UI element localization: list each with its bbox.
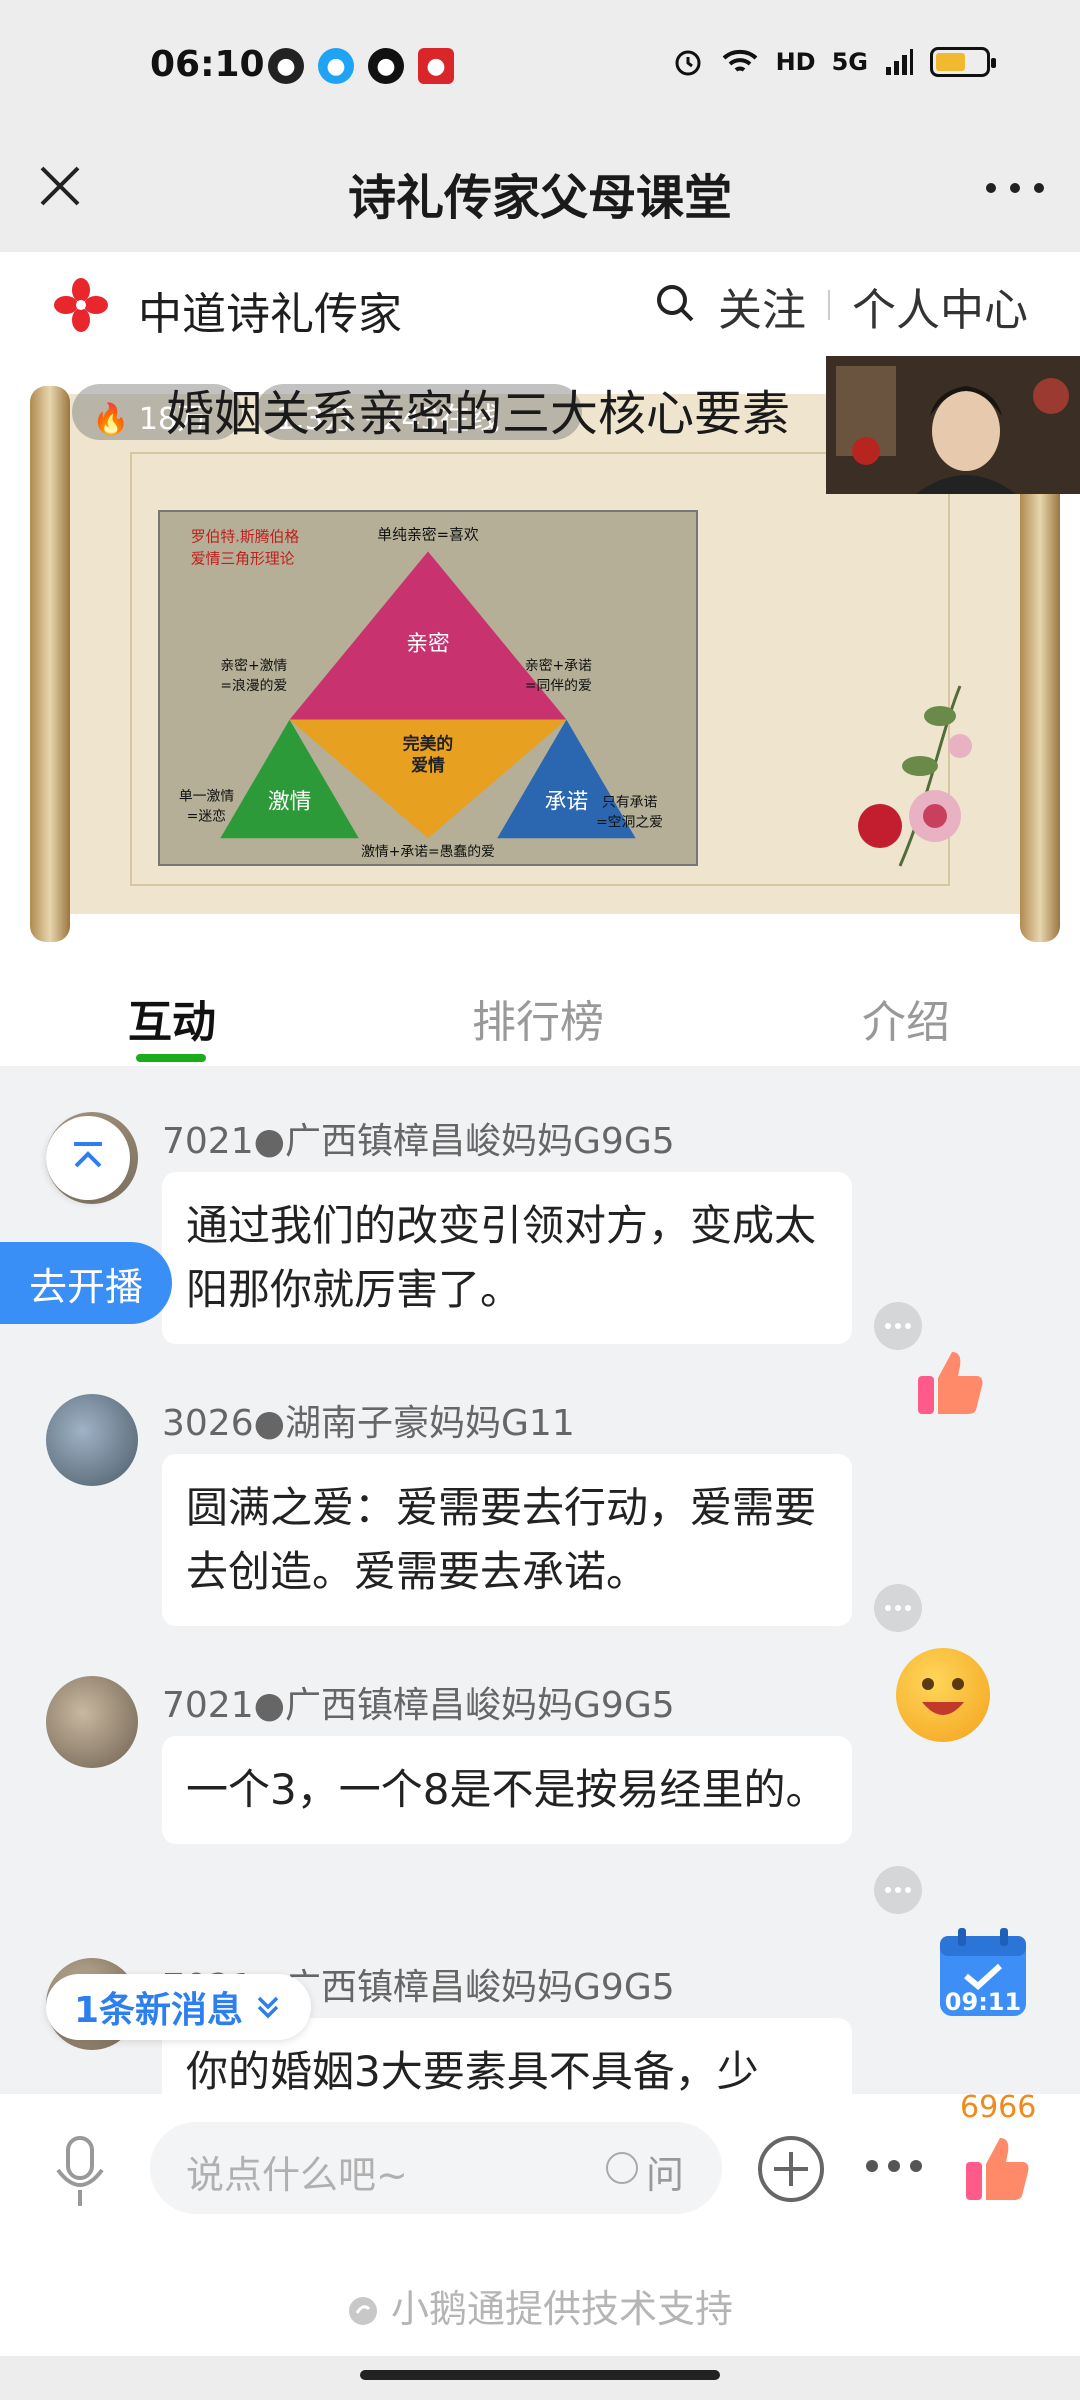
brand-bar: 中道诗礼传家 关注 个人中心 xyxy=(0,252,1080,356)
avatar[interactable] xyxy=(46,1394,138,1486)
message-more-button[interactable] xyxy=(874,1866,922,1914)
brand-logo-icon xyxy=(54,278,108,332)
divider xyxy=(828,290,830,320)
scroll-rod-left xyxy=(30,386,70,942)
search-icon[interactable] xyxy=(652,280,698,326)
message-bubble: 圆满之爱：爱需要去行动，爱需要去创造。爱需要去承诺。 xyxy=(162,1454,852,1626)
slide-bottom: 激情+承诺=愚蠢的爱 xyxy=(361,843,495,860)
slide-left-bottom2: =迷恋 xyxy=(187,807,226,824)
add-button-icon[interactable] xyxy=(756,2134,826,2204)
smile-emoji-icon xyxy=(896,1648,990,1742)
slide-right-bottom1: 只有承诺 xyxy=(602,795,657,811)
more-options-button[interactable] xyxy=(866,2160,922,2174)
brand-name: 中道诗礼传家 xyxy=(138,289,402,340)
love-triangle-slide: 亲密 激情 承诺 完美的 爱情 罗伯特.斯腾伯格 爱情三角形理论 单纯亲密=喜欢… xyxy=(158,510,698,866)
status-bar: 06:10 ● ● ● ● HD 5G xyxy=(0,0,1080,128)
scroll-to-top-button[interactable] xyxy=(46,1116,130,1200)
slide-top: 单纯亲密=喜欢 xyxy=(377,527,479,544)
thumbs-up-float-icon xyxy=(918,1352,983,1414)
status-time: 06:10 xyxy=(150,44,265,85)
signal-icon xyxy=(886,49,913,75)
slide-left-mid1: 亲密+激情 xyxy=(220,657,287,674)
slide-center2: 爱情 xyxy=(411,755,445,775)
ask-label: 问 xyxy=(646,2153,685,2197)
like-count: 6966 xyxy=(960,2090,1037,2125)
powered-by-text: 小鹅通提供技术支持 xyxy=(0,2278,1080,2333)
app-icon: ● xyxy=(368,48,404,84)
slide-right-mid1: 亲密+承诺 xyxy=(525,657,592,674)
double-chevron-up-icon xyxy=(74,1142,102,1168)
go-live-button[interactable]: 去开播 xyxy=(0,1242,172,1324)
tab-intro[interactable]: 介绍 xyxy=(862,986,950,1050)
alarm-icon xyxy=(675,50,701,76)
hd-badge: HD xyxy=(775,48,816,76)
personal-center-button[interactable]: 个人中心 xyxy=(852,274,1028,338)
tab-bar: 互动 排行榜 介绍 xyxy=(0,960,1080,1066)
network-badge: 5G xyxy=(831,48,868,76)
calendar-time: 09:11 xyxy=(944,1988,1022,2016)
comment-input[interactable]: 说点什么吧~ 问 xyxy=(150,2122,722,2214)
study-app-icon: ● xyxy=(418,48,454,84)
tab-ranking[interactable]: 排行榜 xyxy=(472,986,604,1050)
message-bubble: 通过我们的改变引领对方，变成太阳那你就厉害了。 xyxy=(162,1172,852,1344)
message-more-button[interactable] xyxy=(874,1302,922,1350)
message-bubble: 一个3，一个8是不是按易经里的。 xyxy=(162,1736,852,1844)
avatar[interactable] xyxy=(46,1676,138,1768)
slide-left-mid2: =浪漫的爱 xyxy=(220,678,287,694)
slide-theory: 罗伯特.斯腾伯格 xyxy=(191,529,300,546)
battery-icon xyxy=(930,47,996,77)
powered-by-label: 小鹅通提供技术支持 xyxy=(391,2287,734,2331)
peony-decoration xyxy=(858,685,972,867)
sender-name: 7021●广西镇樟昌峻妈妈G9G5 xyxy=(162,1685,675,1726)
slide-passion: 激情 xyxy=(268,790,312,815)
slide-left-bottom1: 单一激情 xyxy=(179,788,234,805)
message-more-button[interactable] xyxy=(874,1584,922,1632)
new-message-label: 1条新消息 xyxy=(74,1990,244,2031)
xiaoetong-logo-icon xyxy=(348,2297,377,2325)
slide-intimacy: 亲密 xyxy=(406,631,449,656)
input-bar: 说点什么吧~ 问 6966 xyxy=(0,2090,1080,2244)
tab-active-indicator xyxy=(136,1054,206,1062)
qq-icon: ● xyxy=(318,48,354,84)
title-bar: 诗礼传家父母课堂 xyxy=(0,128,1080,252)
slide-theory2: 爱情三角形理论 xyxy=(191,550,295,567)
slide-right-bottom2: =空洞之爱 xyxy=(596,814,663,830)
page-title: 诗礼传家父母课堂 xyxy=(347,170,732,226)
chat-list[interactable]: 7021●广西镇樟昌峻妈妈G9G5 通过我们的改变引领对方，变成太阳那你就厉害了… xyxy=(0,1066,1080,2094)
ask-question-checkbox[interactable] xyxy=(606,2152,638,2184)
follow-button[interactable]: 关注 xyxy=(718,274,806,338)
new-message-button[interactable]: 1条新消息 xyxy=(46,1974,312,2040)
more-menu-button[interactable] xyxy=(980,158,1050,218)
live-video-player[interactable]: 亲密 激情 承诺 完美的 爱情 罗伯特.斯腾伯格 爱情三角形理论 单纯亲密=喜欢… xyxy=(0,356,1080,960)
home-indicator[interactable] xyxy=(360,2370,720,2380)
slide-right-mid2: =同伴的爱 xyxy=(525,678,592,694)
system-icons: HD 5G xyxy=(672,46,996,78)
wechat-icon: ● xyxy=(268,48,304,84)
footer: 小鹅通提供技术支持 xyxy=(0,2244,1080,2400)
like-button-icon[interactable] xyxy=(962,2132,1034,2204)
double-chevron-down-icon xyxy=(257,1996,279,2019)
sender-name: 7021●广西镇樟昌峻妈妈G9G5 xyxy=(162,1121,675,1162)
tab-interact[interactable]: 互动 xyxy=(128,986,216,1050)
notification-icons: ● ● ● ● xyxy=(268,48,454,84)
sender-name: 3026●湖南子豪妈妈G11 xyxy=(162,1403,575,1444)
wifi-icon xyxy=(722,49,757,72)
slide-commitment: 承诺 xyxy=(545,790,589,815)
video-caption: 婚姻关系亲密的三大核心要素 xyxy=(166,386,791,442)
microphone-icon[interactable] xyxy=(50,2134,110,2210)
slide-center1: 完美的 xyxy=(403,733,453,753)
input-placeholder: 说点什么吧~ xyxy=(186,2153,408,2197)
webcam-overlay[interactable] xyxy=(826,356,1080,494)
